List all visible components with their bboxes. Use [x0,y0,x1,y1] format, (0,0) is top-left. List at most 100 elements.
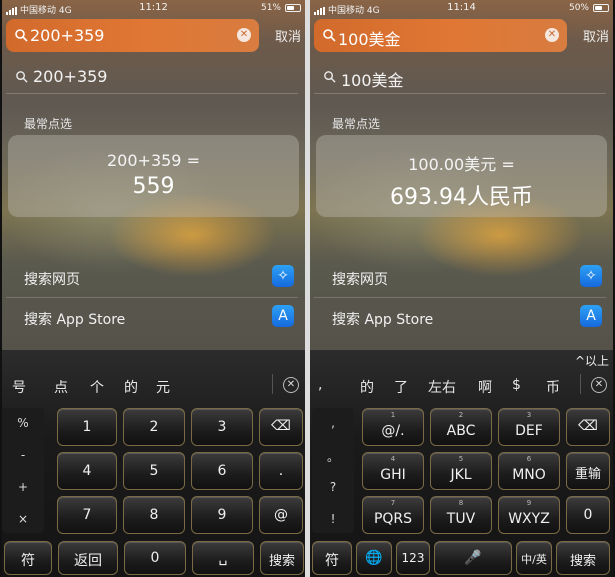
punctuation-key[interactable]: ! [312,512,354,526]
key-2[interactable]: 2 ABC [430,408,492,446]
symbol-key[interactable]: % [2,416,44,430]
key-3[interactable]: 3 DEF [498,408,560,446]
search-key[interactable]: 搜索 [260,541,304,575]
search-icon [324,71,336,83]
candidate[interactable]: $ [512,377,521,393]
key-8[interactable]: 8 [123,496,185,534]
key-number: 2 [458,411,464,419]
search-field[interactable]: 100美金 ✕ [314,19,567,52]
key-number: 8 [458,499,464,507]
key-label: MNO [512,467,546,483]
back-key[interactable]: 返回 [58,541,118,575]
candidate[interactable]: 的 [124,377,138,397]
battery-icon [593,4,609,12]
clear-icon[interactable]: ✕ [237,28,251,42]
candidate[interactable]: 点 [54,377,68,397]
section-title: 最常点选 [332,117,381,131]
punctuation-key[interactable]: 。 [312,448,354,465]
key-0[interactable]: 0 [566,496,610,534]
symbol-key-bottom[interactable]: 符 [312,541,352,575]
key-4[interactable]: 4 [57,452,117,490]
suggestion-row[interactable]: 100美金 [314,60,606,94]
search-web-row[interactable]: 搜索网页 ✧ [314,258,606,298]
candidate[interactable]: 个 [90,377,104,397]
close-candidates-icon[interactable]: ✕ [283,377,299,393]
key-label: 4 [82,463,92,479]
at-key[interactable]: @ [259,496,303,534]
reinput-key[interactable]: 重输 [566,452,610,490]
more-candidates-button[interactable]: ^以上 [575,352,609,369]
numbers-key[interactable]: 123 [396,541,430,575]
key-8[interactable]: 8 TUV [430,496,492,534]
key-6[interactable]: 6 [191,452,253,490]
status-bar: 中国移动 4G 11:14 50% [310,0,613,16]
close-candidates-icon[interactable]: ✕ [591,377,607,393]
language-toggle-key[interactable]: 中/英 [516,541,552,575]
candidate[interactable]: 啊 [478,377,492,397]
globe-key[interactable]: 🌐 [356,541,392,575]
backspace-key[interactable]: ⌫ [259,408,303,446]
safari-icon: ✧ [580,265,602,287]
key-0[interactable]: 0 [124,541,186,575]
cancel-button[interactable]: 取消 [275,26,301,45]
clear-icon[interactable]: ✕ [545,28,559,42]
candidate[interactable]: 了 [394,377,408,397]
search-key[interactable]: 搜索 [556,541,610,575]
battery-percent: 51% [260,3,281,13]
safari-icon: ✧ [272,265,294,287]
search-app-store-row[interactable]: 搜索 App Store A [314,298,606,338]
punctuation-key[interactable]: ? [312,480,354,494]
space-key[interactable]: ␣ [192,541,254,575]
search-web-row[interactable]: 搜索网页 ✧ [6,258,298,298]
key-7[interactable]: 7 PQRS [362,496,424,534]
calculator-result-card[interactable]: 200+359 = 559 [8,135,299,217]
backspace-key[interactable]: ⌫ [566,408,610,446]
candidate[interactable]: 的 [360,377,374,397]
symbol-key[interactable]: - [2,448,44,462]
key-2[interactable]: 2 [123,408,185,446]
candidate[interactable]: , [318,377,322,393]
search-query[interactable]: 200+359 [30,26,104,45]
key-5[interactable]: 5 JKL [430,452,492,490]
candidate[interactable]: 元 [156,377,170,397]
key-label: GHI [380,467,406,483]
key-3[interactable]: 3 [191,408,253,446]
candidate[interactable]: 币 [546,377,560,397]
key-4[interactable]: 4 GHI [362,452,424,490]
key-number: 3 [526,411,532,419]
key-label: 1 [82,419,92,435]
key-label: PQRS [373,511,413,527]
dot-key[interactable]: . [259,452,303,490]
key-5[interactable]: 5 [123,452,185,490]
currency-result-card[interactable]: 100.00美元 = 693.94人民币 [316,135,607,217]
key-label: 5 [149,463,159,479]
status-bar: 中国移动 4G 11:12 51% [2,0,305,16]
key-6[interactable]: 6 MNO [498,452,560,490]
punctuation-key[interactable]: , [312,416,354,430]
search-app-store-label: 搜索 App Store [332,312,434,328]
key-9[interactable]: 9 WXYZ [498,496,560,534]
candidate[interactable]: 左右 [428,377,456,397]
suggestion-row[interactable]: 200+359 [6,60,298,94]
key-9[interactable]: 9 [191,496,253,534]
search-app-store-row[interactable]: 搜索 App Store A [6,298,298,338]
key-label: DEF [515,423,543,439]
punctuation-column[interactable]: , 。 ? ! [312,408,354,533]
key-number: 1 [390,411,396,419]
symbol-key[interactable]: + [2,480,44,494]
search-query[interactable]: 100美金 [338,26,401,50]
key-7[interactable]: 7 [57,496,117,534]
key-1[interactable]: 1 @/. [362,408,424,446]
symbol-key-bottom[interactable]: 符 [4,541,52,575]
candidate[interactable]: 号 [12,377,26,397]
search-field[interactable]: 200+359 ✕ [6,19,259,52]
key-label: @/. [381,423,405,439]
symbol-key[interactable]: × [2,512,44,526]
key-1[interactable]: 1 [57,408,117,446]
candidate-divider [272,374,273,394]
cancel-button[interactable]: 取消 [583,26,609,45]
voice-key[interactable]: 🎤 [434,541,512,575]
key-label: 中/英 [521,553,547,566]
key-label: 8 [149,507,159,523]
symbol-column[interactable]: % - + × [2,408,44,533]
